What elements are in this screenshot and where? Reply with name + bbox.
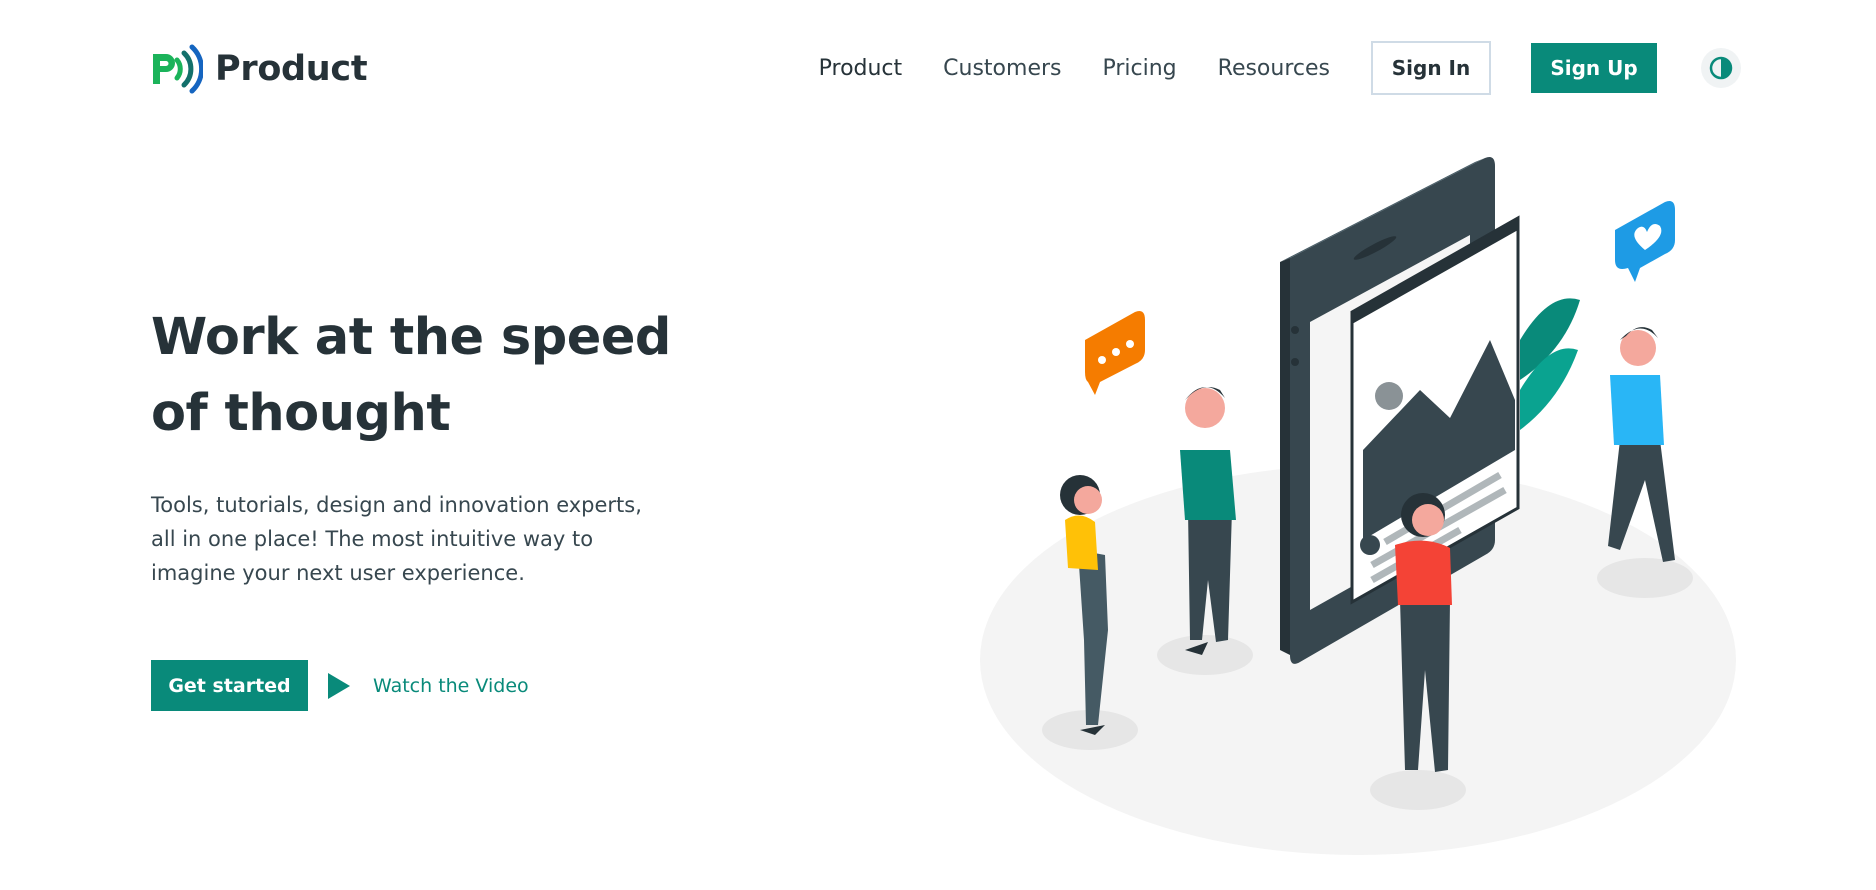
product-logo-icon: [153, 44, 203, 94]
watch-video-link[interactable]: Watch the Video: [328, 672, 529, 699]
sign-up-button[interactable]: Sign Up: [1531, 43, 1657, 93]
hero-title: Work at the speed of thought: [151, 300, 671, 452]
nav-item-product[interactable]: Product: [819, 56, 903, 81]
nav-item-resources[interactable]: Resources: [1218, 56, 1330, 81]
heart-bubble-icon: [1615, 201, 1675, 282]
sign-in-button[interactable]: Sign In: [1371, 41, 1491, 95]
contrast-icon: [1709, 56, 1733, 80]
chat-bubble-icon: [1085, 311, 1145, 395]
hero-description: Tools, tutorials, design and innovation …: [151, 488, 651, 590]
nav-item-pricing[interactable]: Pricing: [1102, 56, 1176, 81]
watch-video-label: Watch the Video: [373, 674, 529, 697]
plant-leaves: [1520, 298, 1580, 430]
hero-cta-group: Get started Watch the Video: [151, 660, 529, 711]
site-header: Product Product Customers Pricing Resour…: [0, 0, 1876, 140]
hero-description-line-1: Tools, tutorials, design and innovation …: [151, 493, 642, 517]
people-with-phones-illustration: [980, 157, 1736, 855]
hero-title-line-2: of thought: [151, 384, 451, 443]
brand[interactable]: Product: [151, 44, 368, 94]
main-nav: Product Customers Pricing Resources Sign…: [819, 40, 1741, 96]
hero-description-line-2: all in one place! The most intuitive way…: [151, 527, 594, 551]
hero-title-line-1: Work at the speed: [151, 308, 671, 367]
theme-toggle-button[interactable]: [1701, 48, 1741, 88]
brand-name: Product: [215, 49, 368, 89]
play-icon: [328, 672, 350, 699]
nav-item-customers[interactable]: Customers: [943, 56, 1061, 81]
get-started-button[interactable]: Get started: [151, 660, 308, 711]
hero-description-line-3: imagine your next user experience.: [151, 561, 525, 585]
